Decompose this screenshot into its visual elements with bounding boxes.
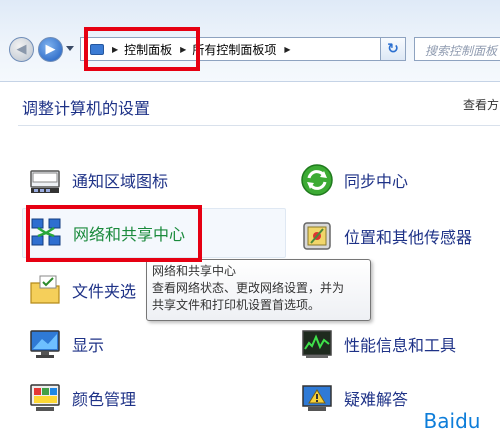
control-panel-icon — [90, 43, 104, 55]
item-label: 疑难解答 — [344, 390, 409, 409]
item-label: 显示 — [72, 336, 105, 355]
refresh-button[interactable]: ↻ — [380, 37, 406, 61]
baidu-watermark: Baidu — [404, 402, 500, 440]
item-label: 同步中心 — [344, 172, 409, 191]
item-label: 网络和共享中心 — [73, 225, 186, 244]
item-location-sensors[interactable]: 位置和其他传感器 — [300, 216, 472, 256]
breadcrumb-separator-icon[interactable]: ▶ — [180, 45, 186, 54]
item-label: 性能信息和工具 — [344, 336, 457, 355]
back-arrow-icon: ◀ — [16, 42, 27, 57]
item-color-management[interactable]: 颜色管理 — [28, 378, 136, 418]
item-label: 通知区域图标 — [72, 172, 169, 191]
item-folder-options[interactable]: 文件夹选 — [28, 270, 136, 310]
search-input[interactable]: 搜索控制面板 — [414, 37, 500, 61]
tooltip: 网络和共享中心 查看网络状态、更改网络设置，并为 共享文件和打印机设置首选项。 — [146, 259, 371, 321]
item-display[interactable]: 显示 — [28, 324, 104, 364]
search-placeholder: 搜索控制面板 — [425, 44, 498, 58]
performance-icon — [300, 327, 334, 361]
divider — [18, 125, 500, 126]
item-label: 位置和其他传感器 — [344, 228, 473, 247]
breadcrumb-control-panel[interactable]: 控制面板 — [124, 41, 172, 58]
item-network-sharing-center[interactable]: 网络和共享中心 — [22, 208, 286, 258]
watermark-text: Baidu — [423, 409, 481, 433]
sync-center-icon — [300, 163, 334, 197]
address-toolbar: ◀ ▶ ▶ 控制面板 ▶ 所有控制面板项 ▶ ↻ 搜索控制面板 — [0, 0, 500, 82]
page-title: 调整计算机的设置 — [22, 99, 151, 118]
item-notification-area-icons[interactable]: 通知区域图标 — [28, 160, 168, 200]
tooltip-title: 网络和共享中心 — [152, 264, 237, 278]
recent-pages-dropdown-icon[interactable] — [66, 46, 74, 51]
view-by-link[interactable]: 查看方 — [463, 96, 499, 113]
address-bar[interactable]: ▶ 控制面板 ▶ 所有控制面板项 ▶ — [80, 37, 405, 61]
item-label: 颜色管理 — [72, 390, 137, 409]
notification-area-icon — [28, 163, 62, 197]
location-sensors-icon — [300, 219, 334, 253]
tooltip-line: 查看网络状态、更改网络设置，并为 — [152, 281, 345, 295]
display-icon — [28, 327, 62, 361]
network-sharing-icon — [29, 216, 63, 250]
forward-arrow-icon: ▶ — [45, 42, 56, 57]
forward-button[interactable]: ▶ — [38, 37, 63, 62]
item-performance[interactable]: 性能信息和工具 — [300, 324, 456, 364]
item-troubleshooting[interactable]: 疑难解答 — [300, 378, 408, 418]
breadcrumb-separator-icon[interactable]: ▶ — [284, 45, 290, 54]
breadcrumb-separator-icon[interactable]: ▶ — [112, 45, 118, 54]
refresh-icon: ↻ — [387, 41, 399, 57]
breadcrumb-all-items[interactable]: 所有控制面板项 — [192, 41, 276, 58]
item-sync-center[interactable]: 同步中心 — [300, 160, 408, 200]
back-button[interactable]: ◀ — [9, 37, 34, 62]
item-label: 文件夹选 — [72, 282, 137, 301]
troubleshooting-icon — [300, 381, 334, 415]
tooltip-line: 共享文件和打印机设置首选项。 — [152, 298, 321, 312]
color-management-icon — [28, 381, 62, 415]
folder-options-icon — [28, 273, 62, 307]
